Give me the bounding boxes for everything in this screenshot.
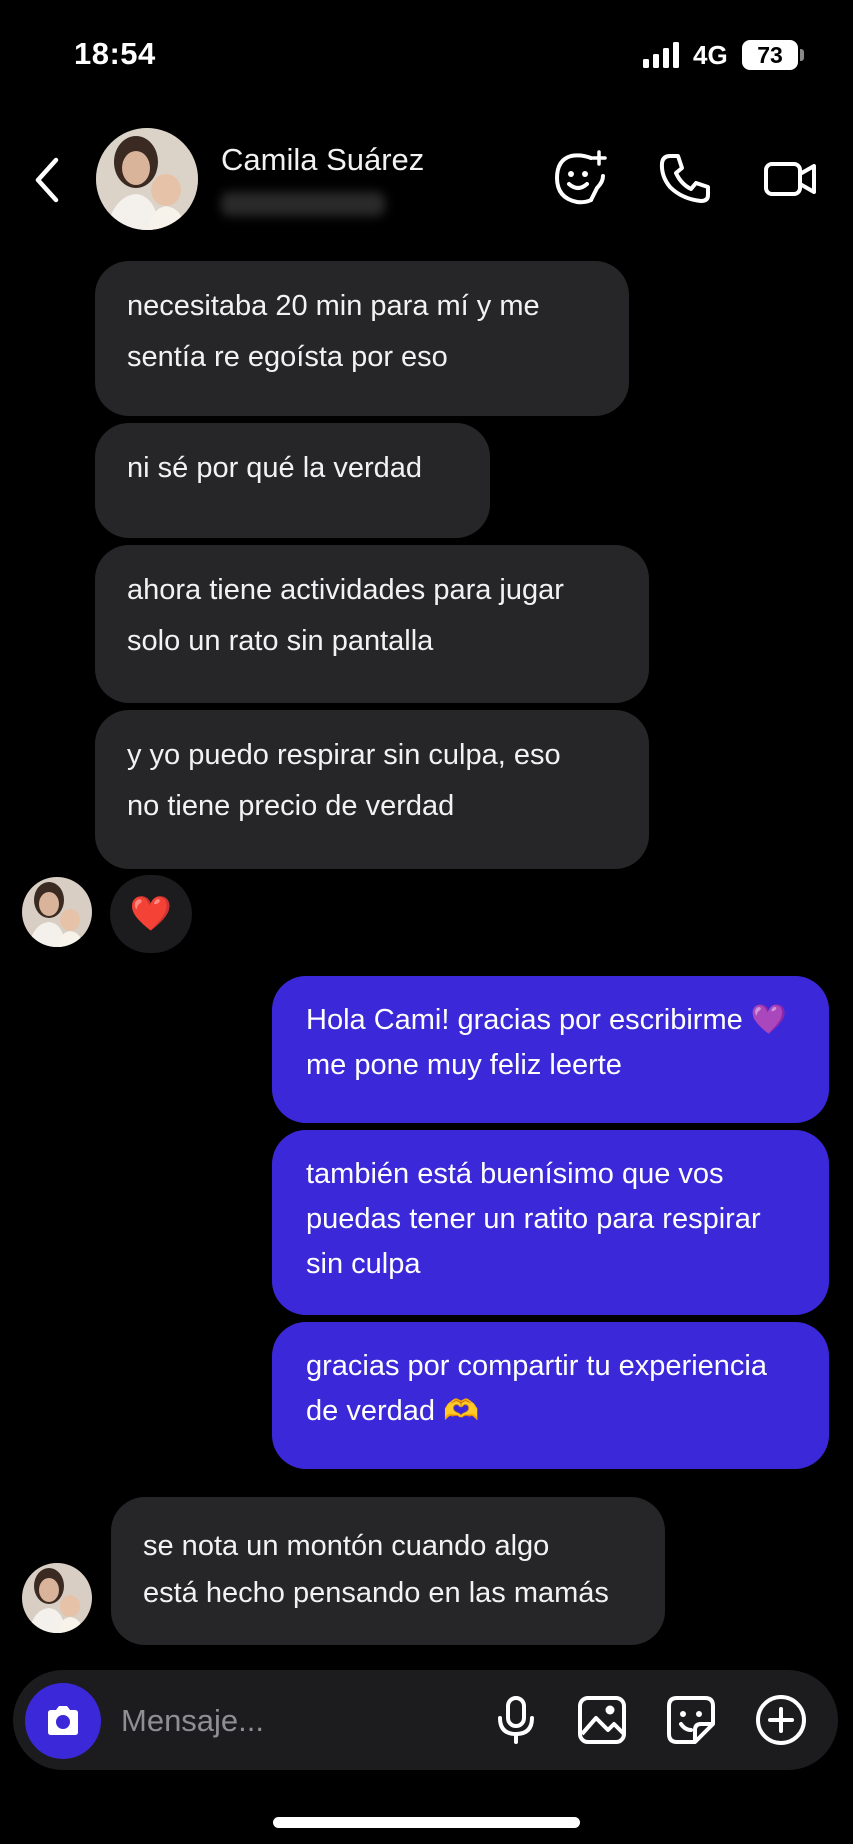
message-outgoing[interactable]: también está buenísimo que vos puedas te… [272, 1130, 829, 1315]
avatar-photo-icon [96, 128, 198, 230]
heart-reaction-icon: ❤️ [129, 895, 173, 933]
message-incoming[interactable]: y yo puedo respirar sin culpa, eso no ti… [95, 710, 649, 869]
network-label: 4G [693, 40, 728, 70]
status-bar: 18:54 4G 73 [0, 0, 853, 110]
avatar-photo-icon [22, 1563, 92, 1633]
sticker-icon[interactable] [663, 1692, 719, 1748]
reaction-bubble[interactable]: ❤️ [110, 875, 192, 953]
home-indicator[interactable] [273, 1817, 580, 1828]
face-sparkle-icon[interactable] [551, 150, 609, 208]
chevron-left-icon[interactable] [28, 150, 68, 210]
contact-username-blurred [221, 192, 385, 216]
message-outgoing[interactable]: gracias por compartir tu experiencia de … [272, 1322, 829, 1469]
message-incoming[interactable]: se nota un montón cuando algo está hecho… [111, 1497, 665, 1645]
signal-icon [643, 42, 679, 68]
video-camera-icon[interactable] [762, 150, 820, 208]
contact-avatar-small[interactable] [22, 1563, 92, 1633]
contact-avatar-small[interactable] [22, 877, 92, 947]
plus-circle-icon[interactable] [753, 1692, 809, 1748]
camera-button[interactable] [25, 1683, 101, 1759]
avatar-photo-icon [22, 877, 92, 947]
battery-nub [800, 49, 804, 61]
status-time: 18:54 [74, 36, 156, 71]
battery-indicator: 73 [742, 40, 798, 70]
message-outgoing[interactable]: Hola Cami! gracias por escribirme 💜 me p… [272, 976, 829, 1123]
message-incoming[interactable]: necesitaba 20 min para mí y me sentía re… [95, 261, 629, 416]
contact-name[interactable]: Camila Suárez [221, 142, 424, 178]
image-icon[interactable] [574, 1692, 630, 1748]
phone-icon[interactable] [656, 150, 714, 208]
message-incoming[interactable]: ahora tiene actividades para jugar solo … [95, 545, 649, 703]
message-incoming[interactable]: ni sé por qué la verdad [95, 423, 490, 538]
camera-icon [48, 1706, 78, 1735]
contact-avatar[interactable] [96, 128, 198, 230]
microphone-icon[interactable] [488, 1692, 544, 1748]
message-input[interactable] [121, 1698, 481, 1744]
message-composer [13, 1670, 838, 1770]
